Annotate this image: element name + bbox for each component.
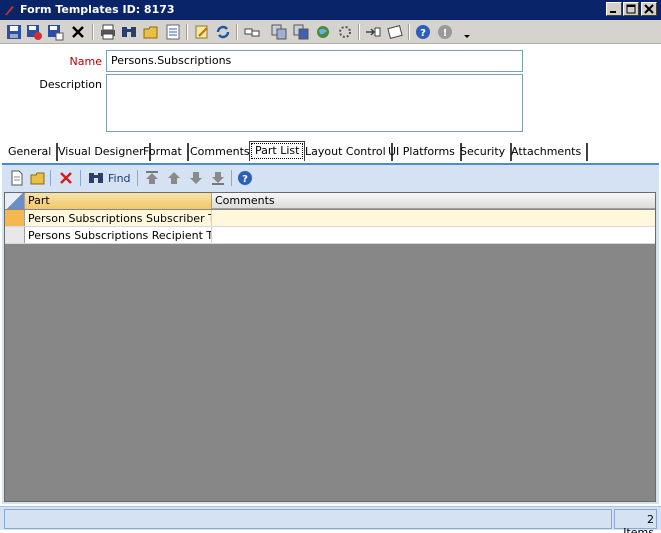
name-field[interactable]: Persons.Subscriptions	[106, 50, 523, 72]
status-bar: 2 Items	[0, 506, 661, 533]
tab-layout-control[interactable]: Layout Control	[300, 143, 393, 161]
window-title: Form Templates ID: 8173	[20, 3, 175, 16]
web-icon[interactable]	[314, 23, 332, 41]
tab-general[interactable]: General	[3, 143, 59, 161]
move-bottom-icon[interactable]	[209, 169, 227, 187]
part-grid: Part Comments Person Subscriptions Subsc…	[4, 192, 656, 502]
row-selector[interactable]	[5, 227, 25, 243]
refresh-icon[interactable]	[214, 23, 232, 41]
copy-icon[interactable]	[270, 23, 288, 41]
help-icon[interactable]: ?	[236, 169, 254, 187]
toolbar-overflow-icon[interactable]	[458, 23, 470, 41]
grid-header: Part Comments	[5, 193, 655, 209]
table-row[interactable]: Persons Subscriptions Recipient Tab	[5, 227, 655, 244]
column-header-comments[interactable]: Comments	[212, 193, 655, 209]
find-button[interactable]: Find	[108, 172, 131, 185]
tab-ui-platforms[interactable]: UI Platforms	[383, 143, 462, 161]
part-cell[interactable]: Person Subscriptions Subscriber Tab	[26, 210, 212, 226]
toolbar-separator	[231, 170, 232, 186]
delete-icon[interactable]	[69, 23, 87, 41]
note-icon[interactable]	[386, 23, 404, 41]
help-icon[interactable]: ?	[414, 23, 432, 41]
toolbar-separator	[137, 170, 138, 186]
svg-text:?: ?	[242, 174, 248, 185]
table-row[interactable]: Person Subscriptions Subscriber Tab	[5, 210, 655, 227]
edit-icon[interactable]	[193, 23, 211, 41]
print-icon[interactable]	[99, 23, 117, 41]
tab-visual-designer[interactable]: Visual Designer	[53, 143, 151, 161]
tab-comments[interactable]: Comments	[185, 143, 257, 161]
find-icon[interactable]	[120, 23, 138, 41]
link-icon[interactable]	[243, 23, 261, 41]
column-header-part[interactable]: Part	[25, 193, 212, 209]
tab-format[interactable]: Format	[138, 143, 189, 161]
open-folder-icon[interactable]	[29, 169, 47, 187]
app-icon	[5, 6, 14, 15]
part-list-panel: Find ? Part Comments Person Subscription…	[2, 163, 659, 504]
comments-cell[interactable]	[213, 227, 655, 243]
move-down-icon[interactable]	[187, 169, 205, 187]
svg-text:!: !	[443, 28, 448, 39]
title-bar: Form Templates ID: 8173	[0, 0, 661, 20]
tab-strip: General Visual Designer Format Comments …	[0, 141, 661, 163]
form-area: Name Persons.Subscriptions Description	[0, 45, 661, 141]
close-button[interactable]	[641, 2, 657, 16]
maximize-button[interactable]	[623, 2, 639, 16]
description-label: Description	[39, 78, 102, 91]
save-close-icon[interactable]	[25, 23, 43, 41]
new-document-icon[interactable]	[8, 169, 26, 187]
move-up-icon[interactable]	[165, 169, 183, 187]
move-icon[interactable]	[364, 23, 382, 41]
description-field[interactable]	[106, 74, 523, 132]
minimize-button[interactable]	[606, 2, 622, 16]
toolbar-separator	[50, 170, 51, 186]
svg-text:?: ?	[420, 28, 426, 39]
part-cell[interactable]: Persons Subscriptions Recipient Tab	[26, 227, 212, 243]
row-selector[interactable]	[5, 210, 25, 226]
select-all-corner[interactable]	[5, 193, 25, 209]
save-icon[interactable]	[5, 23, 23, 41]
toolbar-separator	[80, 170, 81, 186]
paste-icon[interactable]	[292, 23, 310, 41]
find-icon[interactable]	[87, 169, 105, 187]
tab-security[interactable]: Security	[455, 143, 513, 161]
open-folder-icon[interactable]	[142, 23, 160, 41]
info-icon[interactable]: !	[436, 23, 454, 41]
settings-icon[interactable]	[336, 23, 354, 41]
status-message	[4, 509, 612, 529]
delete-icon[interactable]	[57, 169, 75, 187]
toolbar-separator	[186, 24, 188, 40]
toolbar-separator	[358, 24, 360, 40]
part-list-toolbar: Find ?	[2, 165, 657, 191]
save-new-icon[interactable]	[46, 23, 64, 41]
tab-part-list[interactable]: Part List	[249, 141, 306, 161]
list-icon[interactable]	[164, 23, 182, 41]
toolbar-separator	[92, 24, 94, 40]
tab-attachments[interactable]: Attachments	[506, 143, 589, 161]
move-top-icon[interactable]	[143, 169, 161, 187]
comments-cell[interactable]	[213, 210, 655, 226]
toolbar-separator	[408, 24, 410, 40]
toolbar-separator	[236, 24, 238, 40]
name-label: Name	[69, 55, 102, 68]
item-count: 2 Items	[614, 509, 657, 533]
main-toolbar: ? !	[0, 20, 661, 44]
